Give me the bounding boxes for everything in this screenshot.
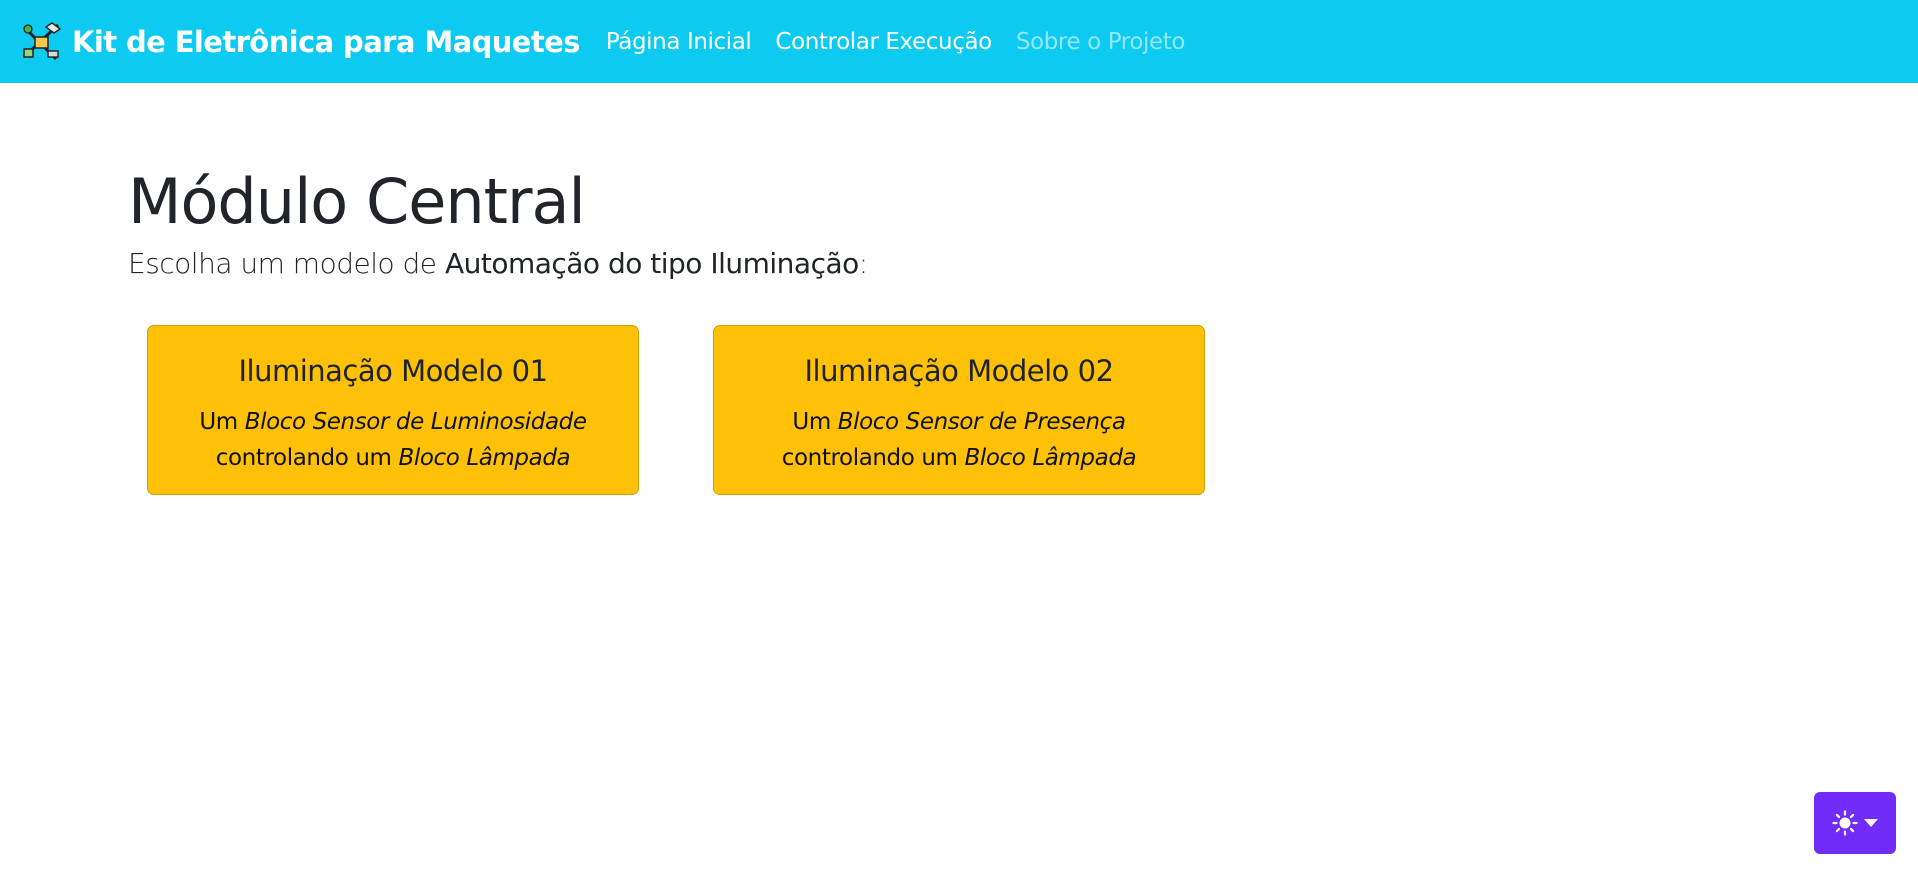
top-navbar: Kit de Eletrônica para Maquetes Página I… <box>0 0 1918 83</box>
card-title: Iluminação Modelo 01 <box>238 354 548 388</box>
nav-link-home[interactable]: Página Inicial <box>606 29 752 55</box>
card-text-italic: Bloco Sensor de Presença <box>837 409 1126 435</box>
nav-link-about-project: Sobre o Projeto <box>1015 28 1186 55</box>
card-title: Iluminação Modelo 02 <box>804 354 1114 388</box>
card-description: Um Bloco Sensor de Presença controlando … <box>724 404 1194 476</box>
card-lighting-model-01[interactable]: Iluminação Modelo 01 Um Bloco Sensor de … <box>147 325 639 495</box>
caret-down-icon <box>1864 819 1878 827</box>
page-title: Módulo Central <box>128 165 586 238</box>
brand-title: Kit de Eletrônica para Maquetes <box>72 24 580 59</box>
card-description: Um Bloco Sensor de Luminosidade controla… <box>158 404 628 476</box>
main-content: Módulo Central Escolha um modelo de Auto… <box>128 165 1228 281</box>
lead-suffix: : <box>858 247 868 280</box>
card-text-part: controlando um <box>215 445 399 471</box>
theme-toggle-button[interactable] <box>1814 792 1896 854</box>
card-text-italic: Bloco Lâmpada <box>964 445 1137 471</box>
page-lead: Escolha um modelo de Automação do tipo I… <box>128 247 1228 280</box>
card-text-part: Um <box>199 409 245 435</box>
card-text-italic: Bloco Sensor de Luminosidade <box>244 409 587 435</box>
card-text-italic: Bloco Lâmpada <box>398 445 571 471</box>
card-text-part: controlando um <box>781 445 965 471</box>
nav-links: Página Inicial Controlar Execução Sobre … <box>606 29 1209 55</box>
brand-link[interactable]: Kit de Eletrônica para Maquetes <box>18 19 580 65</box>
circuit-kit-logo-icon <box>22 21 62 60</box>
sun-icon <box>1832 810 1858 836</box>
nav-link-control-execution[interactable]: Controlar Execução <box>775 29 992 55</box>
lead-emphasis: Automação do tipo Iluminação <box>444 247 859 280</box>
card-text-part: Um <box>792 409 838 435</box>
lead-prefix: Escolha um modelo de <box>128 247 445 280</box>
card-lighting-model-02[interactable]: Iluminação Modelo 02 Um Bloco Sensor de … <box>713 325 1205 495</box>
